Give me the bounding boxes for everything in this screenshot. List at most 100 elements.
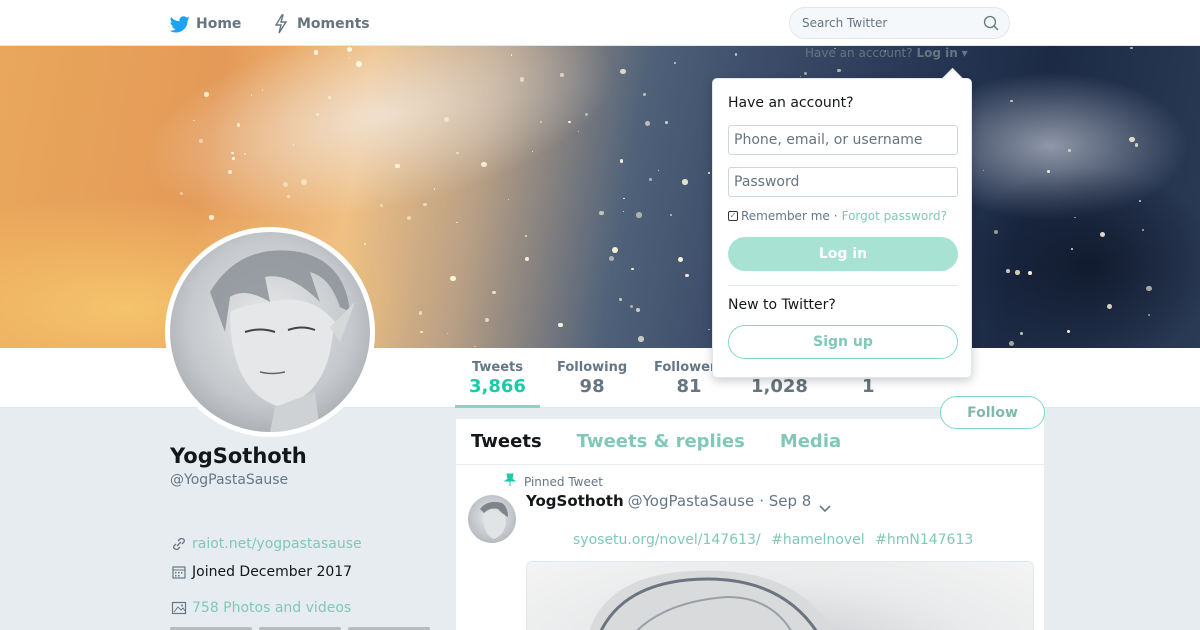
remember-label[interactable]: Remember me xyxy=(741,209,830,223)
stat-value: 1 xyxy=(862,376,875,397)
nav-home-label: Home xyxy=(196,16,242,32)
tweet-link[interactable]: syosetu.org/novel/147613/ xyxy=(573,532,761,548)
tab-media[interactable]: Media xyxy=(780,431,841,452)
login-link[interactable]: Log in xyxy=(916,46,957,60)
banner-speckle xyxy=(348,57,351,59)
banner-speckle xyxy=(446,332,448,334)
twitter-bird-icon xyxy=(169,13,191,35)
profile-website-link[interactable]: raiot.net/yogpastasause xyxy=(192,536,362,552)
login-dropdown: Have an account? ✓ Remember me · Forgot … xyxy=(712,78,972,378)
nav-moments-label: Moments xyxy=(297,16,370,32)
banner-speckle xyxy=(250,94,252,96)
banner-speckle xyxy=(636,307,641,312)
search-icon[interactable] xyxy=(983,15,999,35)
tweet-date[interactable]: · Sep 8 xyxy=(759,492,811,510)
banner-speckle xyxy=(1068,149,1071,152)
banner-speckle xyxy=(649,178,653,182)
banner-speckle xyxy=(227,169,233,175)
remember-checkbox[interactable]: ✓ xyxy=(728,211,738,221)
stat-following[interactable]: Following 98 xyxy=(557,360,627,397)
nav-moments[interactable]: Moments xyxy=(270,13,370,35)
stat-tweets[interactable]: Tweets 3,866 xyxy=(455,360,540,408)
caret-down-icon: ▾ xyxy=(961,46,968,60)
banner-speckle xyxy=(629,305,634,309)
profile-avatar[interactable] xyxy=(165,227,375,437)
tab-tweets-replies[interactable]: Tweets & replies xyxy=(577,431,745,452)
tab-tweets[interactable]: Tweets xyxy=(471,431,542,452)
login-dropdown-title: Have an account? xyxy=(728,95,854,111)
banner-speckle xyxy=(1074,216,1076,218)
banner-speckle xyxy=(708,172,710,175)
banner-speckle xyxy=(644,121,650,127)
banner-speckle xyxy=(599,211,604,216)
username-input[interactable] xyxy=(728,125,958,155)
tweet-author-name[interactable]: YogSothoth xyxy=(526,492,624,510)
banner-speckle xyxy=(418,311,422,315)
banner-speckle xyxy=(658,170,660,172)
profile-website-row: raiot.net/yogpastasause xyxy=(170,535,362,553)
tweet-avatar[interactable] xyxy=(468,495,516,543)
banner-speckle xyxy=(300,179,307,186)
pinned-label: Pinned Tweet xyxy=(503,473,603,490)
forgot-password-link[interactable]: Forgot password? xyxy=(842,209,947,223)
banner-speckle xyxy=(631,267,635,271)
banner-speckle xyxy=(422,202,427,207)
pin-icon xyxy=(503,473,517,490)
banner-speckle xyxy=(1100,231,1106,237)
banner-speckle xyxy=(619,159,624,163)
banner-speckle xyxy=(612,247,619,253)
follow-button[interactable]: Follow xyxy=(940,396,1045,429)
profile-media-link[interactable]: 758 Photos and videos xyxy=(192,600,351,616)
banner-speckle xyxy=(356,61,362,67)
login-hint: Have an account? Log in ▾ xyxy=(805,46,968,60)
banner-speckle xyxy=(1015,270,1020,275)
lightning-icon xyxy=(270,13,292,35)
banner-speckle xyxy=(642,92,647,97)
banner-speckle xyxy=(1106,304,1112,309)
banner-speckle xyxy=(837,68,841,73)
tweet-hashtag[interactable]: #hmN147613 xyxy=(875,532,973,548)
banner-speckle xyxy=(236,123,241,127)
profile-joined-row: Joined December 2017 xyxy=(170,563,352,581)
pinned-text: Pinned Tweet xyxy=(524,474,603,489)
tweet-media-image[interactable] xyxy=(526,561,1034,630)
banner-speckle xyxy=(474,345,476,347)
banner-speckle xyxy=(492,291,496,295)
banner-speckle xyxy=(1139,200,1141,202)
banner-speckle xyxy=(1008,341,1014,347)
stat-value: 81 xyxy=(676,376,702,397)
banner-speckle xyxy=(670,214,672,216)
banner-speckle xyxy=(734,53,738,56)
chevron-down-icon[interactable] xyxy=(818,499,832,518)
banner-speckle xyxy=(708,328,710,331)
search-input[interactable] xyxy=(802,16,972,30)
stat-label: Tweets xyxy=(471,360,523,375)
search-box[interactable] xyxy=(789,7,1010,39)
tweet-hashtag[interactable]: #hamelnovel xyxy=(771,532,865,548)
signup-button[interactable]: Sign up xyxy=(728,325,958,359)
banner-speckle xyxy=(584,112,588,116)
link-icon xyxy=(170,535,188,553)
image-icon xyxy=(170,599,188,617)
new-to-twitter-label: New to Twitter? xyxy=(728,297,836,313)
password-input[interactable] xyxy=(728,167,958,197)
banner-speckle xyxy=(313,49,319,55)
banner-speckle xyxy=(507,199,510,201)
banner-speckle xyxy=(420,330,423,333)
tweet-author-handle[interactable]: @YogPastaSause xyxy=(628,492,755,510)
login-button[interactable]: Log in xyxy=(728,237,958,271)
banner-speckle xyxy=(406,215,411,220)
profile-handle: @YogPastaSause xyxy=(170,472,289,488)
banner-speckle xyxy=(231,156,236,161)
timeline: Tweets Tweets & replies Media Pinned Twe… xyxy=(456,419,1044,630)
banner-speckle xyxy=(674,61,677,64)
banner-speckle xyxy=(510,54,512,56)
banner-speckle xyxy=(664,121,668,125)
tweet-header: YogSothoth @YogPastaSause · Sep 8 xyxy=(526,492,811,510)
top-nav: Home Moments xyxy=(0,0,1200,46)
stat-value: 1,028 xyxy=(751,376,808,397)
banner-speckle xyxy=(433,188,435,190)
banner-speckle xyxy=(618,297,623,301)
banner-speckle xyxy=(1010,99,1013,103)
nav-home[interactable]: Home xyxy=(169,13,241,35)
